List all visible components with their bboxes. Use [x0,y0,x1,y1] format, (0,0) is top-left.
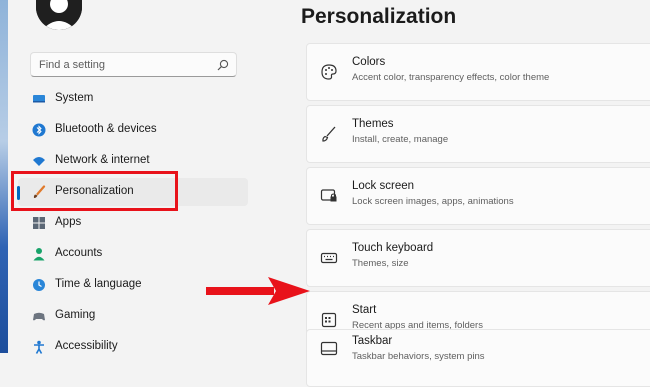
sidebar-item-label: Apps [55,216,82,228]
keyboard-icon [320,252,338,264]
search-input[interactable] [39,57,209,73]
sidebar-item-label: Gaming [55,309,96,321]
card-title: Start [352,304,377,316]
card-title: Themes [352,118,394,130]
sidebar-item-accounts[interactable]: Accounts [18,240,248,268]
sidebar-item-label: Accounts [55,247,103,259]
palette-icon [321,64,337,80]
sidebar-item-label: Accessibility [55,340,118,352]
card-touch-keyboard[interactable]: Touch keyboard Themes, size [306,229,650,287]
search-icon[interactable] [216,58,230,72]
card-subtitle: Accent color, transparency effects, colo… [352,72,550,83]
sidebar-item-label: Time & language [55,278,142,290]
controller-icon [33,312,45,321]
bluetooth-icon [32,123,46,137]
card-title: Colors [352,56,386,68]
card-title: Taskbar [352,335,393,347]
card-title: Lock screen [352,180,415,192]
desktop-edge [0,0,8,353]
annotation-highlight-box [11,171,178,211]
settings-window: System Bluetooth & devices Network & int… [8,0,650,387]
sidebar-item-apps[interactable]: Apps [18,209,248,237]
start-icon [321,312,337,328]
accessibility-icon [34,340,44,354]
card-lock-screen[interactable]: Lock screen Lock screen images, apps, an… [306,167,650,225]
page-title: Personalization [301,5,457,28]
monitor-icon [33,95,45,103]
globe-clock-icon [33,279,45,291]
sidebar-item-label: Network & internet [55,154,150,166]
brush-icon [322,126,336,142]
card-themes[interactable]: Themes Install, create, manage [306,105,650,163]
lock-screen-icon [320,189,337,202]
taskbar-icon [320,341,338,356]
annotation-arrow [206,277,310,305]
sidebar-item-accessibility[interactable]: Accessibility [18,333,248,361]
card-subtitle: Lock screen images, apps, animations [352,196,514,207]
sidebar-item-label: System [55,92,94,104]
card-title: Touch keyboard [352,242,434,254]
sidebar-item-system[interactable]: System [18,85,248,113]
wifi-icon [33,157,45,166]
apps-icon [33,217,45,229]
card-colors[interactable]: Colors Accent color, transparency effect… [306,43,650,101]
search-box[interactable] [30,52,237,77]
sidebar-item-gaming[interactable]: Gaming [18,302,248,330]
sidebar-item-bluetooth[interactable]: Bluetooth & devices [18,116,248,144]
card-subtitle: Install, create, manage [352,134,449,145]
sidebar-item-label: Bluetooth & devices [55,123,157,135]
card-taskbar[interactable]: Taskbar Taskbar behaviors, system pins [306,329,650,387]
person-icon [33,248,45,261]
avatar[interactable] [36,0,82,30]
card-subtitle: Themes, size [352,258,409,269]
